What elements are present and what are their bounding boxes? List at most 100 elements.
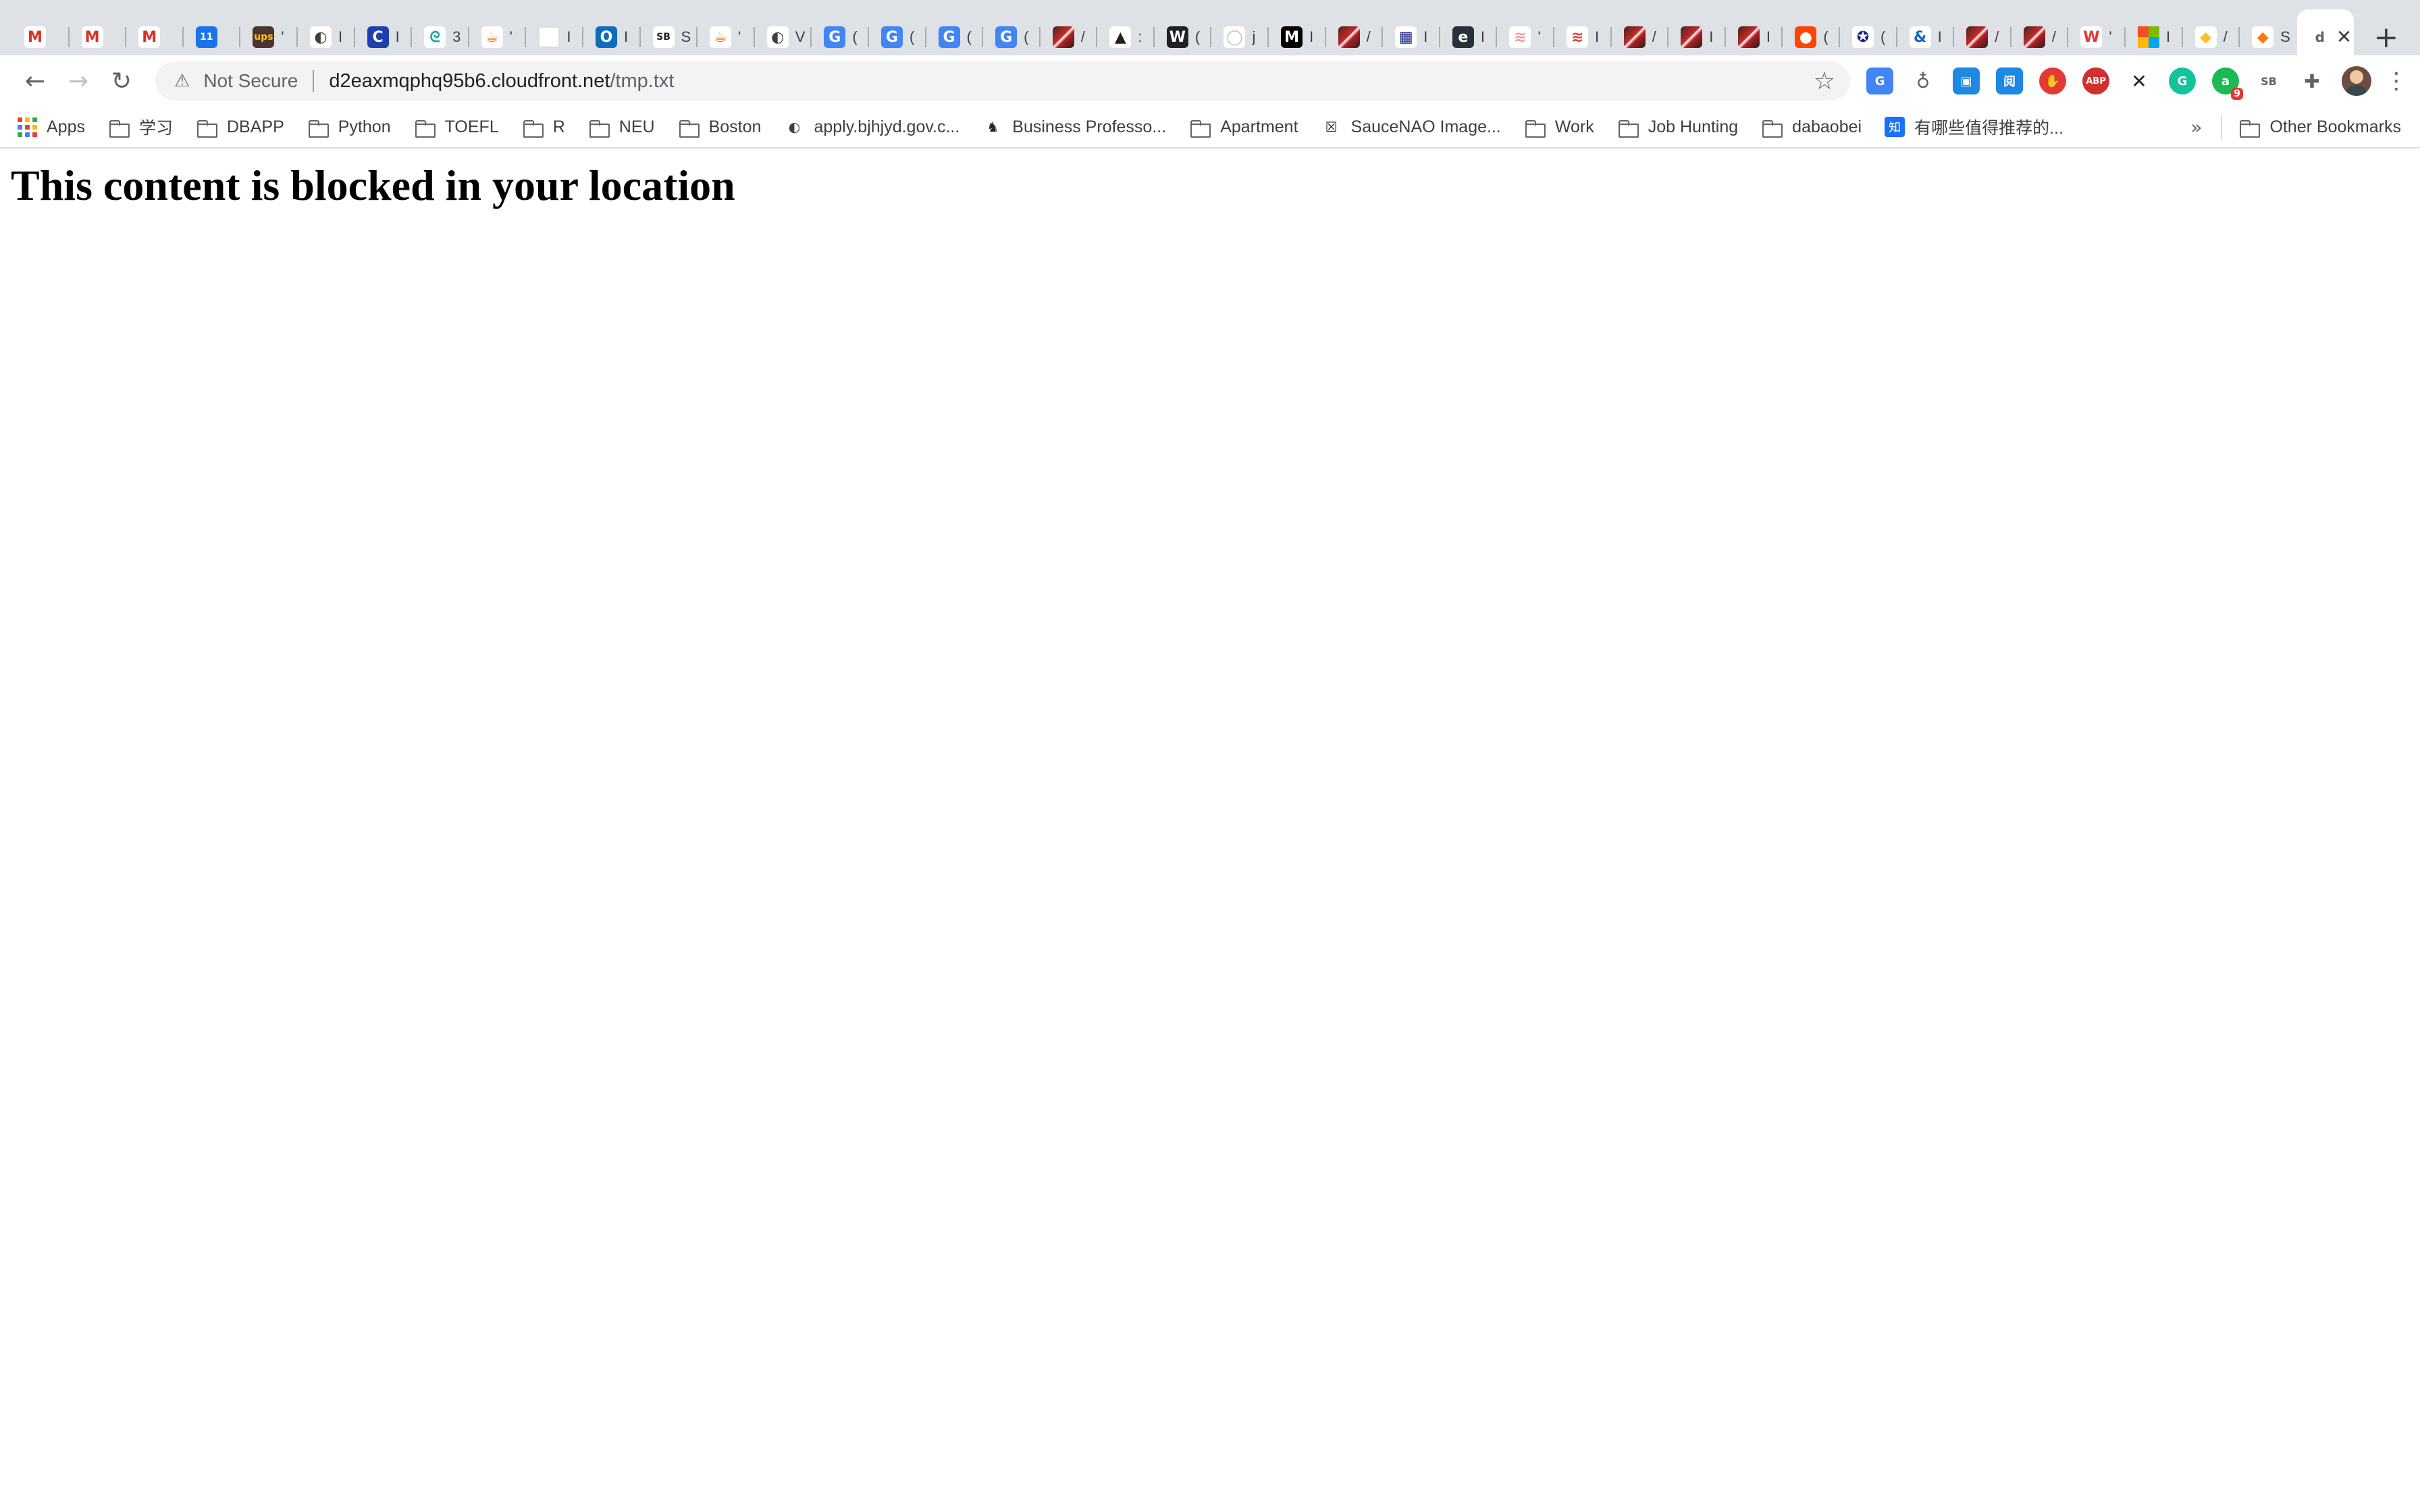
tab-title: /	[2223, 28, 2228, 45]
gmail-icon: M	[81, 26, 103, 48]
bookmark-folder[interactable]: DBAPP	[196, 117, 284, 138]
other-bookmarks-folder[interactable]: Other Bookmarks	[2238, 117, 2401, 138]
anime-icon	[1052, 26, 1074, 48]
close-tab-icon[interactable]: ✕	[2336, 28, 2352, 47]
translate-extension-icon[interactable]: G	[1866, 68, 1893, 94]
puzzle-extensions-icon[interactable]: ✚	[2298, 68, 2325, 94]
outlook-icon: O	[595, 26, 617, 48]
folder-icon	[1617, 117, 1639, 138]
extensions-area: G ♁ ▣ 阅 ✋ ABP ✕ Ga 9 SB ✚	[1866, 68, 2342, 100]
reload-button[interactable]: ↻	[101, 61, 142, 101]
tab-title: S	[2280, 28, 2290, 45]
bookmark-label: apply.bjhjyd.gov.c...	[814, 117, 960, 136]
tab-title: '	[509, 28, 512, 45]
forward-button[interactable]: →	[58, 61, 99, 101]
sb-extension-icon[interactable]: SB	[2255, 68, 2282, 94]
tab-title: :	[1138, 28, 1142, 45]
grammarly-extension-icon[interactable]: G	[2169, 68, 2196, 94]
hand-stop-extension-icon[interactable]: ✋	[2039, 68, 2066, 94]
browser-toolbar: ← → ↻ ⚠ Not Secure d2eaxmqphq95b6.cloudf…	[0, 55, 2420, 107]
tab-title: '	[738, 28, 741, 45]
reader-extension-icon[interactable]: 阅	[1996, 68, 2023, 94]
more-bookmarks-icon[interactable]: »	[2190, 116, 2202, 138]
url-host[interactable]: d2eaxmqphq95b6.cloudfront.net	[329, 70, 610, 92]
translate-icon: G	[995, 26, 1018, 48]
bookmark-folder[interactable]: Work	[1524, 117, 1594, 138]
triangle-icon: ▲	[1109, 26, 1132, 48]
bookmark-label: dabaobei	[1792, 117, 1862, 136]
extension-glyph: a	[2221, 74, 2230, 88]
bookmark-folder[interactable]: Apartment	[1189, 117, 1298, 138]
other-bookmarks-label: Other Bookmarks	[2269, 117, 2401, 136]
bookmark-label: Boston	[708, 117, 762, 136]
bookmark-item[interactable]: 知有哪些值得推荐的...	[1885, 115, 2063, 139]
url-path[interactable]: /tmp.txt	[610, 70, 674, 92]
tab-title: '	[1537, 28, 1541, 45]
w-icon: W	[2080, 26, 2103, 48]
bookmark-folder[interactable]: Python	[307, 117, 391, 138]
tab-title: I	[623, 28, 629, 45]
gmail-icon: M	[138, 26, 161, 48]
anime-icon	[1737, 26, 1760, 48]
folder-icon	[1761, 117, 1783, 138]
bookmark-folder[interactable]: TOEFL	[414, 117, 499, 138]
ampersand-icon: &	[1909, 26, 1931, 48]
tab-title: '	[281, 28, 284, 45]
bookmark-item[interactable]: ♞ Business Professo...	[982, 117, 1166, 137]
bookmark-folder[interactable]: 学习	[108, 115, 173, 139]
address-bar[interactable]: ⚠ Not Secure d2eaxmqphq95b6.cloudfront.n…	[155, 61, 1850, 101]
tab-title: (	[966, 28, 972, 45]
bookmark-folder[interactable]: dabaobei	[1761, 117, 1862, 138]
folder-icon	[522, 117, 544, 138]
x-extension-icon[interactable]: ✕	[2126, 68, 2153, 94]
bookmark-label: TOEFL	[444, 117, 499, 136]
warning-icon[interactable]: ⚠	[174, 71, 190, 91]
folder-icon	[1524, 117, 1546, 138]
bookmark-item[interactable]: Apps	[18, 117, 85, 137]
omnibox-separator	[313, 70, 315, 92]
bookmark-folder[interactable]: R	[522, 117, 565, 138]
bookmark-folder[interactable]: Boston	[678, 117, 762, 138]
bookmark-item[interactable]: ☒ SauceNAO Image...	[1321, 117, 1501, 137]
tab-title: j	[1252, 28, 1256, 45]
avatar[interactable]	[2342, 66, 2371, 96]
medium-icon: M	[1281, 26, 1303, 48]
bookmark-item[interactable]: ◐ apply.bjhjyd.gov.c...	[784, 117, 960, 137]
site-icon: ♞	[987, 119, 999, 135]
screen-extension-icon[interactable]: ▣	[1953, 68, 1980, 94]
tab-title: (	[1823, 28, 1829, 45]
lightbulb-extension-icon[interactable]: ♁	[1910, 68, 1937, 94]
folder-icon	[1189, 117, 1211, 138]
tab-title: (	[1024, 28, 1029, 45]
folder-icon	[196, 117, 217, 138]
tab-title: (	[909, 28, 915, 45]
bookmark-folder[interactable]: Job Hunting	[1617, 117, 1738, 138]
translate-icon: G	[824, 26, 846, 48]
swirl-icon: ᘓ	[424, 26, 446, 48]
anime-icon	[1338, 26, 1360, 48]
gmail-icon: M	[24, 26, 46, 48]
translate-icon: G	[938, 26, 960, 48]
bookmark-folder[interactable]: NEU	[588, 117, 655, 138]
bookmark-label: SauceNAO Image...	[1350, 117, 1501, 136]
security-status-label[interactable]: Not Secure	[203, 70, 298, 92]
browser-menu-icon[interactable]: ⋮	[2385, 68, 2408, 94]
bookmark-label: Python	[338, 117, 391, 136]
bookmark-star-icon[interactable]: ☆	[1814, 68, 1835, 95]
bookmarks-divider	[2221, 115, 2223, 139]
ups-icon: ups	[253, 26, 275, 48]
microsoft-icon	[2137, 26, 2159, 48]
bookmark-label: Apps	[47, 117, 85, 136]
tab-title: I	[1766, 28, 1770, 45]
seal-icon: ✪	[1852, 26, 1874, 48]
reddit-icon: ●	[1795, 26, 1817, 48]
globe-icon: ◐	[766, 26, 789, 48]
layers-icon: ≋	[1567, 26, 1589, 48]
bookmark-label: NEU	[619, 117, 655, 136]
blank-page-icon	[538, 26, 560, 48]
box-icon: ◆	[2252, 26, 2274, 48]
layers-icon: ≋	[1509, 26, 1531, 48]
back-button[interactable]: ←	[15, 61, 55, 101]
adblock-extension-icon[interactable]: ABP	[2082, 68, 2109, 94]
counter-extension-icon[interactable]: a9	[2212, 68, 2243, 100]
